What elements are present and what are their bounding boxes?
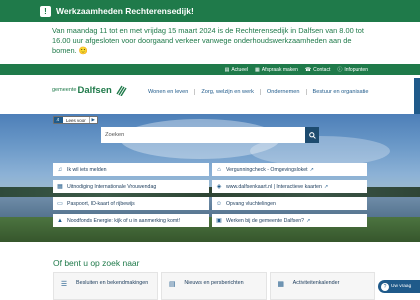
calendar-icon: ▦: [57, 184, 63, 190]
quick-link-noodfonds[interactable]: ▲ Noodfonds Energie: kijk of u in aanmer…: [53, 214, 209, 227]
phone-icon: ☎: [304, 66, 312, 73]
section-title: Of bent u op zoek naar: [53, 258, 140, 268]
quick-link-label: Werken bij de gemeente Dalfsen?: [226, 217, 305, 224]
megaphone-icon: ♫: [57, 166, 63, 173]
quick-link-vluchtelingen[interactable]: ☺ Opvang vluchtelingen: [212, 197, 367, 210]
house-check-icon: ⌂: [217, 166, 221, 173]
utility-link-label: Afspraak maken: [261, 66, 298, 73]
read-aloud-widget[interactable]: ♬ Lees voor ▶: [53, 116, 98, 124]
news-icon: ▤: [169, 281, 176, 288]
nav-item-zorg[interactable]: Zorg, welzijn en werk: [194, 89, 260, 95]
speaker-icon: ♬: [54, 117, 63, 123]
alert-title: Werkzaamheden Rechterensedijk!: [56, 6, 194, 16]
alert-text: Van maandag 11 tot en met vrijdag 15 maa…: [52, 26, 364, 55]
quick-link-label: Noodfonds Energie: kijk of u in aanmerki…: [67, 217, 181, 224]
help-chat-button[interactable]: ? Uw vraag: [378, 280, 420, 293]
card-label: Activiteitenkalender: [292, 280, 340, 286]
utility-link-contact[interactable]: ☎ Contact: [305, 67, 330, 73]
map-icon: ◈: [216, 184, 222, 190]
id-card-icon: ▭: [57, 201, 63, 207]
card-label: Besluiten en bekendmakingen: [76, 280, 149, 286]
people-icon: ☺: [215, 200, 223, 207]
document-icon: ☰: [60, 281, 68, 288]
quick-link-vrouwendag[interactable]: ▦ Uitnodiging Internationale Vrouwendag: [53, 180, 209, 193]
main-nav: Wonen en leven Zorg, welzijn en werk Ond…: [148, 89, 375, 95]
topic-cards: ☰ Besluiten en bekendmakingen ▤ Nieuws e…: [53, 272, 375, 300]
utility-link-label: Actueel: [231, 66, 248, 73]
utility-bar: ▤ Actueel ▦ Afspraak maken ☎ Contact ⓘ Infop…: [0, 64, 420, 75]
external-link-icon: ↗: [306, 217, 311, 224]
quick-link-label: Paspoort, ID-kaart of rijbewijs: [67, 200, 135, 207]
chat-icon: ?: [381, 282, 389, 291]
quick-link-label: Vergunningcheck - Omgevingsloket: [226, 166, 308, 173]
card-label: Nieuws en persberichten: [184, 280, 244, 286]
quick-link-vergunningcheck[interactable]: ⌂ Vergunningcheck - Omgevingsloket ↗: [212, 163, 367, 176]
search-icon: [308, 131, 316, 139]
utility-link-infopunten[interactable]: ⓘ Infopunten: [337, 66, 368, 74]
logo-mark-icon: [116, 85, 127, 96]
nav-item-ondernemen[interactable]: Ondernemen: [259, 89, 306, 95]
quick-link-paspoort[interactable]: ▭ Paspoort, ID-kaart of rijbewijs: [53, 197, 209, 210]
quick-link-label: www.dalfsenkaart.nl | Interactieve kaart…: [226, 183, 322, 190]
newspaper-icon: ▤: [224, 66, 230, 73]
warning-icon: ▲: [57, 217, 63, 224]
utility-link-afspraak[interactable]: ▦ Afspraak maken: [255, 67, 298, 73]
quick-link-melden[interactable]: ♫ Ik wil iets melden: [53, 163, 209, 176]
nav-item-wonen[interactable]: Wonen en leven: [148, 89, 194, 95]
briefcase-icon: ▣: [216, 218, 222, 224]
calendar-icon: ▦: [277, 281, 284, 288]
info-icon: ⓘ: [337, 67, 343, 73]
quick-link-werken-bij[interactable]: ▣ Werken bij de gemeente Dalfsen? ↗: [212, 214, 367, 227]
utility-link-actueel[interactable]: ▤ Actueel: [225, 67, 248, 73]
site-logo[interactable]: gemeente Dalfsen: [52, 84, 127, 96]
quick-link-label: Ik wil iets melden: [67, 166, 107, 173]
site-header: gemeente Dalfsen Wonen en leven Zorg, we…: [0, 75, 420, 115]
calendar-icon: ▦: [255, 66, 260, 73]
quick-link-label: Opvang vluchtelingen: [226, 200, 276, 207]
quick-link-dalfsenkaart[interactable]: ◈ www.dalfsenkaart.nl | Interactieve kaa…: [212, 180, 367, 193]
read-aloud-label: Lees voor: [66, 117, 86, 123]
search-input[interactable]: [101, 127, 305, 143]
search-button[interactable]: [305, 127, 319, 143]
alert-banner: ! Werkzaamheden Rechterensedijk! Van maa…: [0, 0, 420, 64]
card-activiteiten[interactable]: ▦ Activiteitenkalender: [269, 272, 375, 300]
external-link-icon: ↗: [323, 183, 329, 190]
side-tab[interactable]: [414, 78, 420, 114]
logo-name: Dalfsen: [77, 84, 112, 96]
search-bar: [101, 127, 319, 143]
logo-prefix: gemeente: [52, 87, 77, 93]
warning-icon: !: [40, 5, 51, 17]
card-nieuws[interactable]: ▤ Nieuws en persberichten: [161, 272, 267, 300]
external-link-icon: ↗: [309, 166, 314, 173]
card-besluiten[interactable]: ☰ Besluiten en bekendmakingen: [53, 272, 159, 300]
help-label: Uw vraag: [391, 284, 412, 289]
quick-link-label: Uitnodiging Internationale Vrouwendag: [67, 183, 157, 190]
nav-item-bestuur[interactable]: Bestuur en organisatie: [305, 89, 375, 95]
play-icon[interactable]: ▶: [88, 117, 97, 123]
utility-link-label: Contact: [313, 66, 331, 73]
utility-link-label: Infopunten: [344, 66, 368, 73]
alert-title-bar: ! Werkzaamheden Rechterensedijk!: [0, 0, 420, 22]
